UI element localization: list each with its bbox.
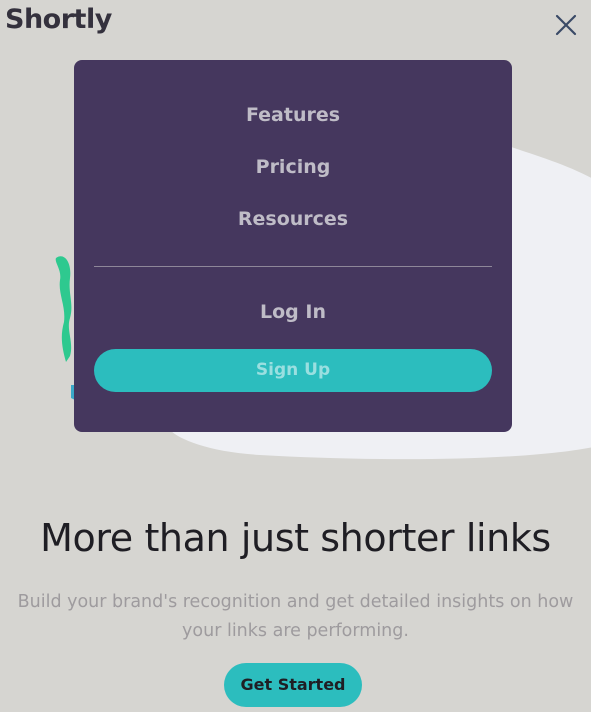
nav-link-resources[interactable]: Resources (74, 208, 512, 230)
hero-headline: More than just shorter links (40, 516, 551, 560)
hero-subtext: Build your brand's recognition and get d… (0, 588, 591, 646)
hero-subtext-line-2: your links are performing. (182, 621, 409, 641)
illustration-plant-leaf (55, 256, 72, 362)
hero-subtext-line-1: Build your brand's recognition and get d… (17, 592, 574, 612)
menu-divider (94, 266, 492, 267)
mobile-nav-menu: Features Pricing Resources Log In Sign U… (74, 60, 512, 432)
login-link[interactable]: Log In (74, 301, 512, 323)
get-started-button[interactable]: Get Started (224, 663, 362, 707)
nav-link-features[interactable]: Features (74, 104, 512, 126)
nav-link-pricing[interactable]: Pricing (74, 156, 512, 178)
signup-button[interactable]: Sign Up (94, 349, 492, 392)
